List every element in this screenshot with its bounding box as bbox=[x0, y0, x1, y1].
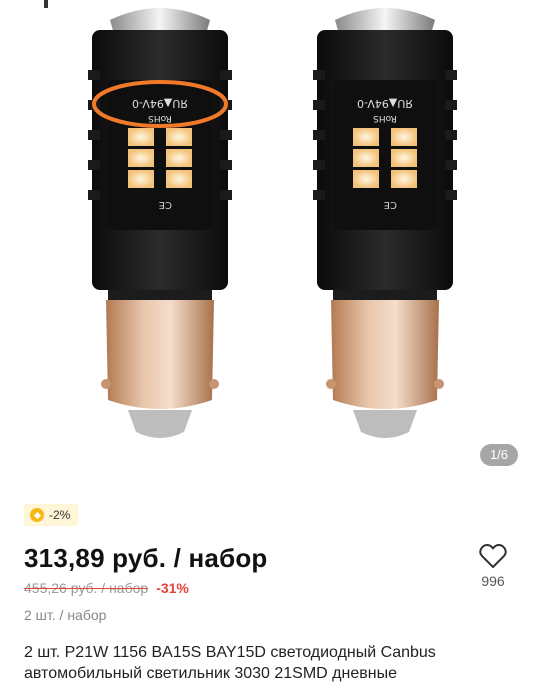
product-image-gallery[interactable]: ЯU▲94V-0 RoHS CE ЯU▲94V-0 RoHS CE 1/6 bbox=[0, 0, 540, 488]
old-price-row: 455,26 руб. / набор -31% bbox=[24, 580, 189, 596]
coin-icon bbox=[30, 508, 44, 522]
promo-badge-label: -2% bbox=[49, 508, 71, 522]
unit-label: 2 шт. / набор bbox=[24, 607, 107, 623]
favorite-button[interactable]: 996 bbox=[470, 543, 516, 589]
bulb-marking-left: ЯU▲94V-0 bbox=[132, 97, 188, 110]
svg-text:RoHS: RoHS bbox=[373, 113, 397, 123]
bulb-right: ЯU▲94V-0 RoHS CE bbox=[313, 8, 457, 438]
svg-text:RoHS: RoHS bbox=[148, 113, 172, 123]
product-photo: ЯU▲94V-0 RoHS CE ЯU▲94V-0 RoHS CE bbox=[88, 8, 457, 438]
promo-badge: -2% bbox=[24, 504, 79, 526]
old-price: 455,26 руб. / набор bbox=[24, 580, 149, 596]
heart-icon bbox=[479, 543, 507, 568]
discount-percent: -31% bbox=[156, 580, 189, 596]
favorites-count: 996 bbox=[481, 573, 505, 589]
current-price: 313,89 руб. / набор bbox=[24, 543, 268, 573]
svg-text:CE: CE bbox=[159, 199, 172, 210]
svg-text:CE: CE bbox=[384, 199, 397, 210]
bulb-left: ЯU▲94V-0 RoHS CE bbox=[88, 8, 232, 438]
image-counter: 1/6 bbox=[480, 444, 518, 466]
bulb-marking-right: ЯU▲94V-0 bbox=[357, 97, 413, 110]
product-title: 2 шт. P21W 1156 BA15S BAY15D светодиодны… bbox=[24, 644, 436, 682]
